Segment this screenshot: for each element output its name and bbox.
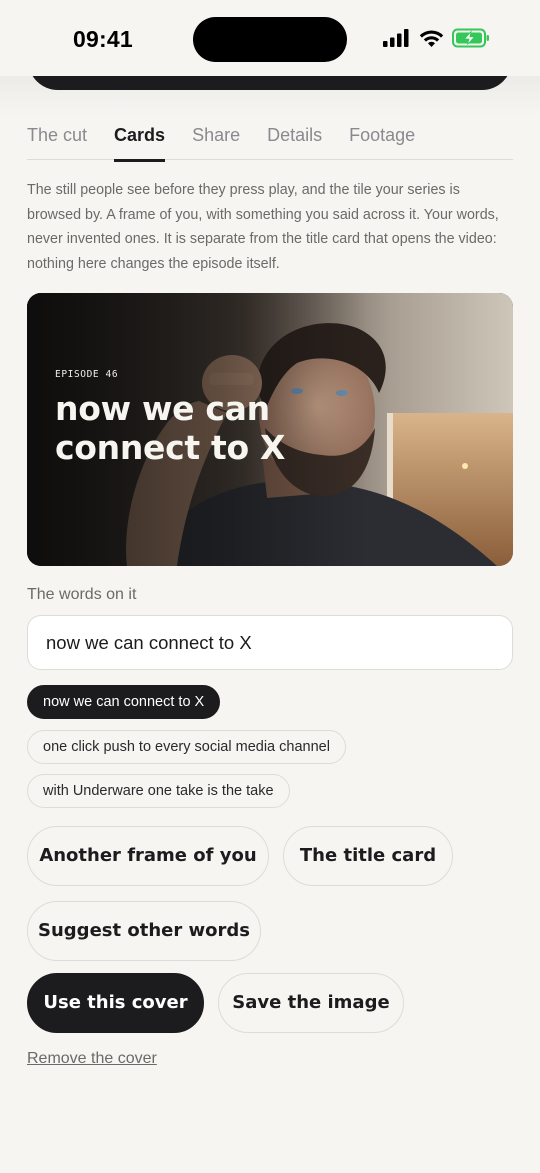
title-card-button[interactable]: The title card [283, 826, 453, 886]
suggest-words-button[interactable]: Suggest other words [27, 901, 261, 961]
status-bar: 09:41 [0, 0, 540, 76]
cellular-signal-icon [383, 29, 411, 47]
tab-details[interactable]: Details [267, 120, 322, 160]
cards-description: The still people see before they press p… [27, 182, 499, 272]
cover-preview: EPISODE 46 now we can connect to X [27, 293, 513, 566]
words-input[interactable] [27, 615, 513, 670]
tab-the-cut[interactable]: The cut [27, 120, 87, 160]
save-image-button[interactable]: Save the image [218, 973, 404, 1033]
battery-charging-icon [452, 28, 490, 48]
status-icons [383, 28, 490, 48]
use-cover-button[interactable]: Use this cover [27, 973, 204, 1033]
dynamic-island [193, 17, 347, 62]
cover-headline: now we can connect to X [55, 389, 286, 467]
remove-cover-link[interactable]: Remove the cover [27, 1050, 157, 1068]
status-time: 09:41 [73, 26, 133, 52]
tab-cards[interactable]: Cards [114, 120, 166, 162]
episode-label: EPISODE 46 [55, 369, 119, 380]
suggestion-chip[interactable]: with Underware one take is the take [27, 774, 290, 808]
tab-bar: The cut Cards Share Details Footage [27, 120, 513, 162]
another-frame-button[interactable]: Another frame of you [27, 826, 269, 886]
suggestion-chip[interactable]: now we can connect to X [27, 685, 221, 719]
tab-share[interactable]: Share [192, 120, 240, 160]
words-label: The words on it [27, 586, 137, 603]
wifi-icon [419, 29, 444, 48]
tab-footage[interactable]: Footage [349, 120, 415, 160]
suggestion-chip[interactable]: one click push to every social media cha… [27, 730, 346, 764]
